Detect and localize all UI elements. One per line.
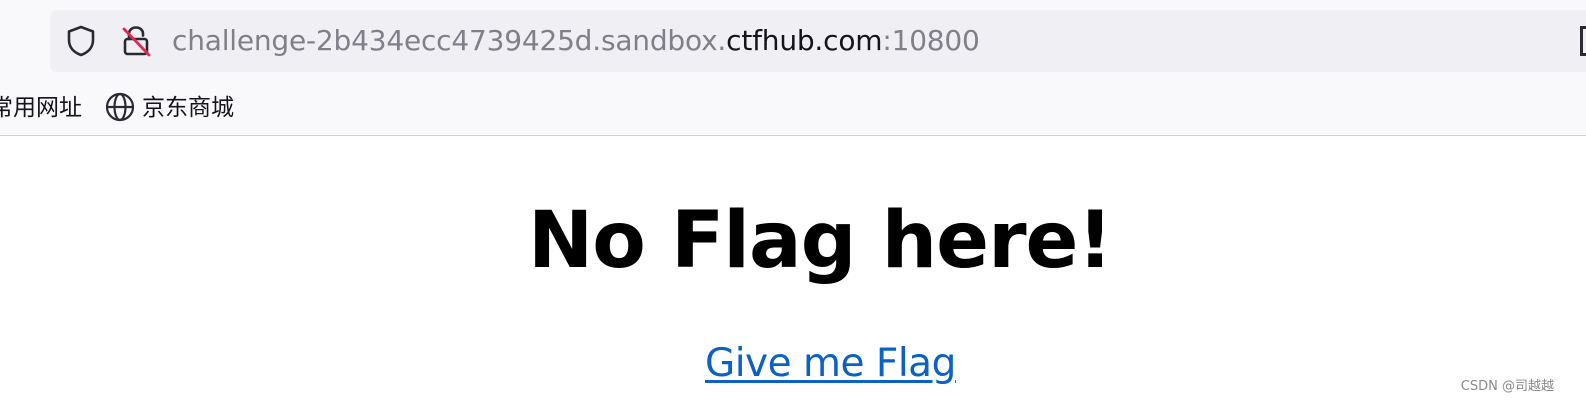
- bookmark-label: 京东商城: [142, 95, 234, 121]
- url-prefix: challenge-2b434ecc4739425d.sandbox.: [172, 24, 727, 57]
- globe-icon: [105, 92, 135, 121]
- shield-icon[interactable]: [63, 23, 99, 59]
- watermark: CSDN @司越越: [1460, 379, 1554, 394]
- url-host: ctfhub.com: [726, 24, 883, 57]
- insecure-lock-icon[interactable]: [117, 22, 155, 60]
- bookmark-jd-mall[interactable]: 京东商城: [104, 90, 234, 126]
- give-flag-link[interactable]: Give me Flag: [705, 338, 956, 390]
- bookmark-label: 常用网址: [0, 95, 82, 121]
- browser-toolbar: challenge-2b434ecc4739425d.sandbox.ctfhu…: [0, 0, 1586, 136]
- bookmark-common-sites[interactable]: 常用网址: [0, 90, 82, 126]
- page-title: No Flag here!: [527, 196, 1113, 286]
- toolbar-edge-icon[interactable]: [1580, 26, 1586, 56]
- page-content: No Flag here! Give me Flag CSDN @司越越: [0, 137, 1586, 408]
- url-text[interactable]: challenge-2b434ecc4739425d.sandbox.ctfhu…: [172, 20, 980, 62]
- url-port: :10800: [882, 24, 980, 57]
